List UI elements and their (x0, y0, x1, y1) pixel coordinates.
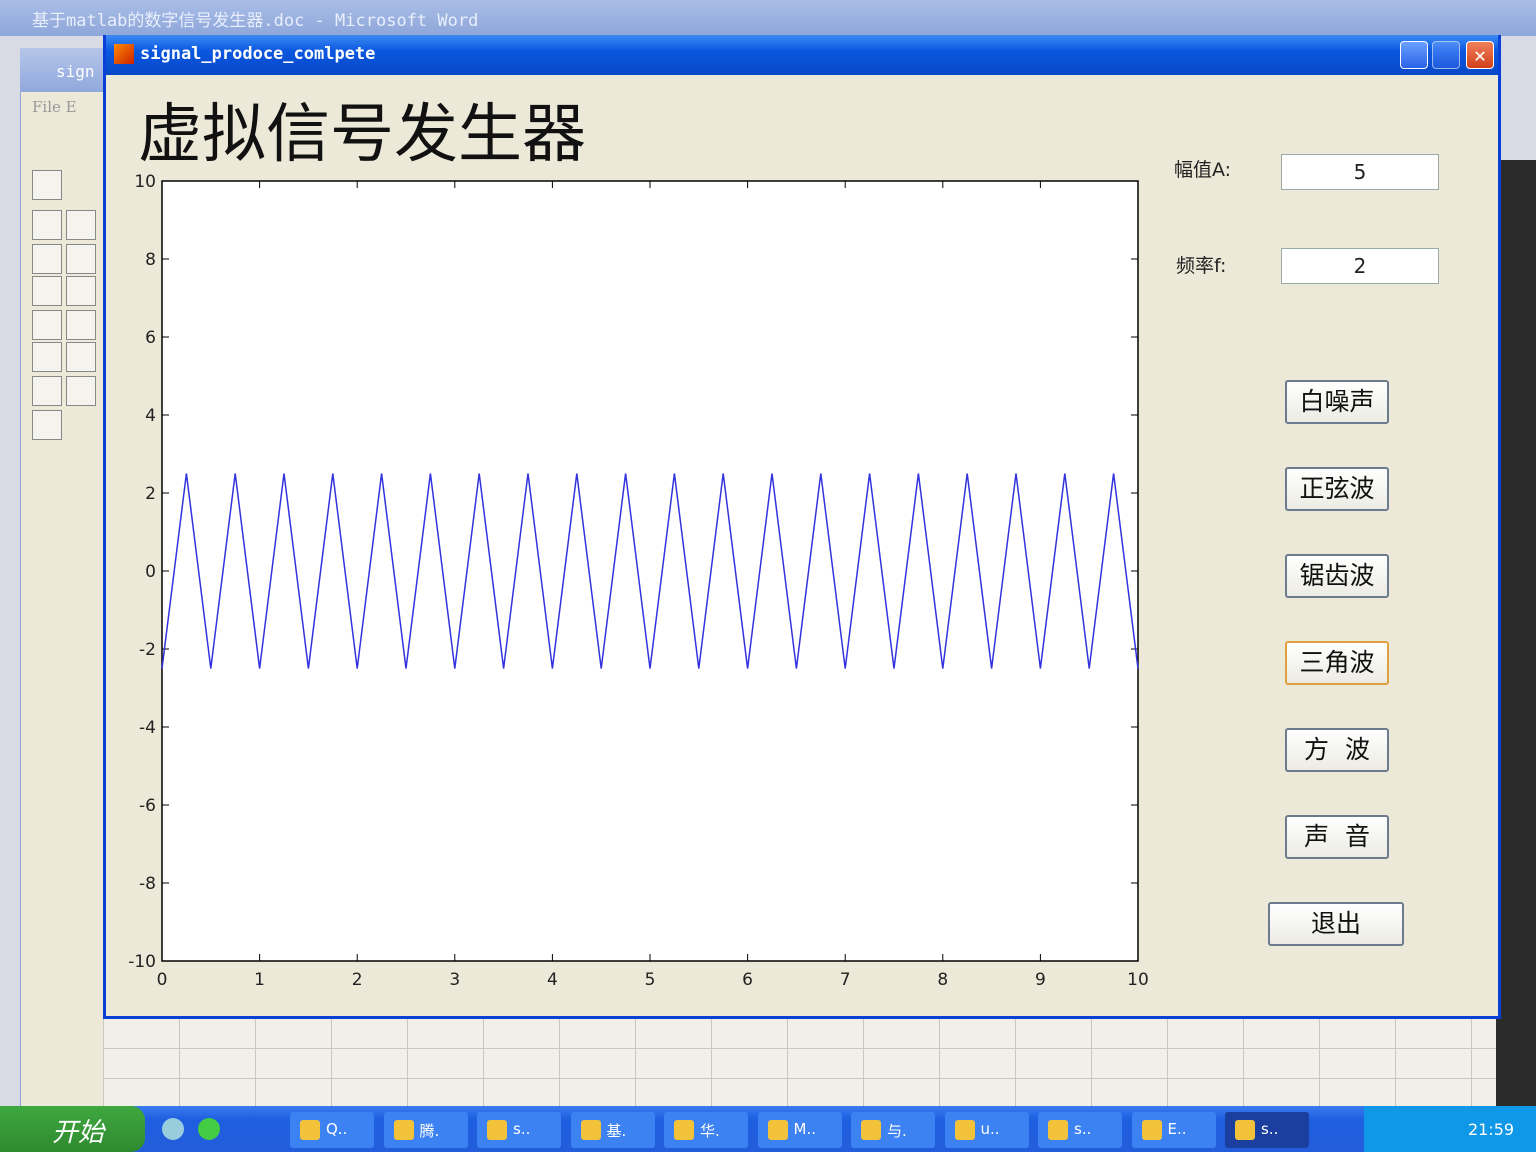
guide-title: sign (56, 62, 95, 81)
taskbar-item[interactable]: s.. (477, 1112, 561, 1148)
taskbar-item[interactable]: s.. (1038, 1112, 1122, 1148)
buttongroup-tool-icon[interactable] (66, 376, 96, 406)
panel-tool-icon[interactable] (32, 376, 62, 406)
y-tick-label: -8 (139, 874, 156, 894)
x-tick-label: 1 (254, 970, 265, 990)
quicklaunch-icon[interactable] (198, 1118, 220, 1140)
x-tick-label: 6 (742, 970, 753, 990)
activex-tool-icon[interactable] (32, 410, 62, 440)
taskbar-item[interactable]: 华. (664, 1112, 748, 1148)
taskbar: 开始 Q.. 腾. s.. 基. 华. M.. 与. u.. s.. E.. s.. 21:59 (0, 1106, 1536, 1152)
x-tick-label: 4 (547, 970, 558, 990)
sawtooth-wave-button[interactable]: 锯齿波 (1285, 554, 1389, 598)
y-tick-label: 8 (145, 250, 156, 270)
x-tick-label: 9 (1035, 970, 1046, 990)
slider-tool-icon[interactable] (66, 210, 96, 240)
frequency-label: 频率f: (1176, 255, 1227, 277)
exit-button[interactable]: 退出 (1268, 902, 1404, 946)
y-tick-label: 0 (145, 562, 156, 582)
toggle-tool-icon[interactable] (32, 342, 62, 372)
y-tick-label: 6 (145, 328, 156, 348)
taskbar-item[interactable]: E.. (1131, 1112, 1216, 1148)
x-tick-label: 7 (840, 970, 851, 990)
edit-tool-icon[interactable] (32, 276, 62, 306)
taskbar-item[interactable]: u.. (944, 1112, 1029, 1148)
taskbar-item[interactable]: Q.. (290, 1112, 374, 1148)
text-tool-icon[interactable] (66, 276, 96, 306)
sine-wave-button[interactable]: 正弦波 (1285, 467, 1389, 511)
clock: 21:59 (1468, 1120, 1515, 1139)
y-tick-label: 4 (145, 406, 156, 426)
taskbar-item[interactable]: M.. (757, 1112, 842, 1148)
word-title-bar: 基于matlab的数字信号发生器.doc - Microsoft Word (0, 0, 1536, 36)
layout-grid (103, 1018, 1498, 1106)
x-tick-label: 8 (937, 970, 948, 990)
start-label: 开始 (52, 1118, 105, 1148)
y-tick-label: -2 (139, 640, 156, 660)
x-tick-label: 10 (1127, 970, 1149, 990)
plot-area (161, 180, 1139, 962)
x-tick-label: 0 (157, 970, 168, 990)
taskbar-item[interactable]: 基. (570, 1112, 655, 1148)
y-tick-label: 10 (134, 172, 156, 192)
guide-title-bar: sign (20, 48, 110, 92)
background-edge (1496, 160, 1536, 1110)
taskbar-item[interactable]: s.. (1225, 1112, 1309, 1148)
triangle-wave-button[interactable]: 三角波 (1285, 641, 1389, 685)
pushbutton-tool-icon[interactable] (32, 210, 62, 240)
radio-tool-icon[interactable] (32, 244, 62, 274)
listbox-tool-icon[interactable] (66, 310, 96, 340)
y-tick-label: -10 (128, 952, 156, 972)
y-tick-label: -4 (139, 718, 156, 738)
checkbox-tool-icon[interactable] (66, 244, 96, 274)
select-tool-icon[interactable] (32, 170, 62, 200)
x-tick-label: 5 (645, 970, 656, 990)
popup-tool-icon[interactable] (32, 310, 62, 340)
amplitude-label: 幅值A: (1174, 159, 1232, 181)
start-button[interactable]: 开始 (0, 1106, 145, 1152)
taskbar-item[interactable]: 腾. (383, 1112, 468, 1148)
sound-button[interactable]: 声 音 (1285, 815, 1389, 859)
white-noise-button[interactable]: 白噪声 (1285, 380, 1389, 424)
component-palette (28, 170, 100, 450)
x-tick-label: 3 (449, 970, 460, 990)
frequency-input[interactable]: 2 (1281, 248, 1439, 284)
taskbar-item[interactable]: 与. (851, 1112, 935, 1148)
guide-menu[interactable]: File E (32, 98, 77, 116)
system-tray: 21:59 (1364, 1106, 1536, 1152)
y-tick-label: -6 (139, 796, 156, 816)
y-tick-label: 2 (145, 484, 156, 504)
amplitude-input[interactable]: 5 (1281, 154, 1439, 190)
word-title: 基于matlab的数字信号发生器.doc - Microsoft Word (32, 11, 479, 31)
ie-icon[interactable] (162, 1118, 184, 1140)
figure-window: signal_prodoce_comlpete ✕ 虚拟信号发生器 012345… (103, 35, 1501, 1019)
square-wave-button[interactable]: 方 波 (1285, 728, 1389, 772)
x-tick-label: 2 (352, 970, 363, 990)
axes-tool-icon[interactable] (66, 342, 96, 372)
